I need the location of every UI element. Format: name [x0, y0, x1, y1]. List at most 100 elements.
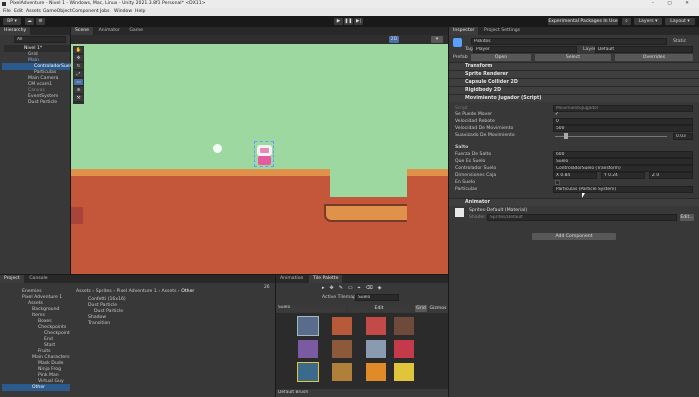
- pause-button[interactable]: ❚❚: [344, 18, 353, 25]
- suavizado-slider[interactable]: [555, 136, 667, 137]
- velocidad-rebote-input[interactable]: 0: [553, 118, 693, 125]
- move-tool-icon[interactable]: ✥: [74, 55, 83, 62]
- menu-window[interactable]: Window: [114, 9, 132, 14]
- fuerza-salto-input[interactable]: 600: [553, 151, 693, 158]
- tab-game[interactable]: Game: [125, 27, 147, 35]
- palette-tile[interactable]: [297, 362, 319, 382]
- palette-tile[interactable]: [366, 340, 386, 358]
- experimental-packages-badge[interactable]: Experimental Packages In Use: [548, 18, 618, 25]
- layers-dropdown[interactable]: Layers ▾: [634, 18, 662, 25]
- box-fill-icon[interactable]: ▭: [348, 285, 358, 291]
- prefab-overrides-button[interactable]: Overrides: [615, 54, 693, 61]
- dimensiones-x-input[interactable]: X 0.84: [553, 172, 597, 179]
- tab-project[interactable]: Project: [0, 275, 24, 283]
- menu-edit[interactable]: Edit: [14, 9, 23, 14]
- component-capsule-collider[interactable]: Capsule Collider 2D: [449, 78, 699, 86]
- menu-jobs[interactable]: Jobs: [100, 9, 109, 14]
- shader-edit-button[interactable]: Edit...: [680, 214, 694, 221]
- tab-console[interactable]: Console: [25, 275, 51, 283]
- component-movimiento-jugador[interactable]: Movimiento Jugador (Script): [449, 94, 699, 102]
- tab-animator[interactable]: Animator: [95, 27, 124, 35]
- toggle-2d-button[interactable]: 2D: [389, 36, 399, 43]
- velocidad-movimiento-input[interactable]: 500: [553, 125, 693, 132]
- layer-dropdown[interactable]: Default: [595, 46, 693, 53]
- move-tile-icon[interactable]: ✥: [330, 285, 339, 291]
- tag-dropdown[interactable]: Player: [473, 46, 577, 53]
- layout-dropdown[interactable]: Layout ▾: [665, 18, 695, 25]
- gizmos-dropdown[interactable]: ▾: [431, 36, 443, 43]
- palette-tile[interactable]: [394, 317, 414, 335]
- breadcrumb-sprites[interactable]: Sprites: [96, 289, 112, 294]
- breadcrumb-pixel-adventure[interactable]: Pixel Adventure 1: [117, 289, 157, 294]
- palette-tile[interactable]: [366, 317, 386, 335]
- rotate-tool-icon[interactable]: ↻: [74, 63, 83, 70]
- palette-tile[interactable]: [332, 317, 352, 335]
- checkbox-en-suelo[interactable]: [555, 180, 560, 185]
- menu-component[interactable]: Component: [72, 9, 99, 14]
- static-toggle[interactable]: Static: [673, 39, 686, 44]
- window-controls[interactable]: – ▢ ✕: [652, 0, 695, 8]
- component-animator[interactable]: Animator: [449, 198, 699, 206]
- player-sprite[interactable]: [254, 141, 274, 167]
- hierarchy-search-input[interactable]: All: [14, 36, 66, 43]
- palette-grid-button[interactable]: Grid: [415, 305, 427, 312]
- breadcrumb-assets[interactable]: Assets: [76, 289, 91, 294]
- menu-gameobject[interactable]: GameObject: [43, 9, 72, 14]
- transform-tool-icon[interactable]: ⊕: [74, 87, 83, 94]
- select-tool-icon[interactable]: ▸: [322, 285, 330, 291]
- dimensiones-z-input[interactable]: Z 0: [649, 172, 693, 179]
- prefab-select-button[interactable]: Select: [535, 54, 611, 61]
- palette-tile[interactable]: [332, 340, 352, 358]
- default-brush-dropdown[interactable]: Default Brush: [276, 390, 448, 397]
- cloud-icon[interactable]: ☁: [25, 18, 34, 25]
- palette-tile[interactable]: [298, 340, 318, 358]
- particulas-field[interactable]: Particulas (Particle System): [553, 186, 693, 193]
- tab-project-settings[interactable]: Project Settings: [480, 27, 524, 35]
- tab-animation[interactable]: Animation: [276, 275, 307, 283]
- menu-help[interactable]: Help: [135, 9, 145, 14]
- palette-grid-area[interactable]: [276, 313, 448, 389]
- play-button[interactable]: ▶: [334, 18, 343, 25]
- fill-tool-icon[interactable]: ◈: [378, 285, 387, 291]
- hand-tool-icon[interactable]: ✋: [74, 47, 83, 54]
- active-tilemap-dropdown[interactable]: Suelo: [355, 294, 399, 301]
- palette-gizmos-button[interactable]: Gizmos: [429, 305, 447, 312]
- scale-tool-icon[interactable]: ⤢: [74, 71, 83, 78]
- brush-tool-icon[interactable]: ✎: [339, 285, 348, 291]
- material-name[interactable]: Sprites-Default (Material): [469, 207, 527, 214]
- palette-edit-button[interactable]: Edit: [348, 305, 410, 312]
- menu-assets[interactable]: Assets: [26, 9, 41, 14]
- search-icon[interactable]: ⌕: [622, 18, 631, 25]
- controlador-suelo-field[interactable]: ControladorSuelo (Transform): [553, 165, 693, 172]
- tab-inspector[interactable]: Inspector: [449, 27, 479, 35]
- breadcrumb-assets-2[interactable]: Assets: [162, 289, 177, 294]
- dimensiones-y-input[interactable]: Y 0.24: [601, 172, 645, 179]
- palette-tile[interactable]: [394, 340, 414, 358]
- custom-tool-icon[interactable]: ⚒: [74, 95, 83, 102]
- prefab-open-button[interactable]: Open: [471, 54, 531, 61]
- checkbox-se-puede-mover[interactable]: ✓: [555, 111, 559, 118]
- suavizado-input[interactable]: 0.03: [673, 133, 693, 140]
- shader-dropdown[interactable]: Sprites/Default: [487, 214, 677, 221]
- step-button[interactable]: ▶|: [354, 18, 363, 25]
- tab-hierarchy[interactable]: Hierarchy: [0, 27, 31, 35]
- suavizado-slider-handle[interactable]: [564, 133, 568, 139]
- object-name-field[interactable]: Piskitos: [471, 38, 667, 45]
- breadcrumb-other[interactable]: Other: [181, 289, 194, 294]
- component-sprite-renderer[interactable]: Sprite Renderer: [449, 70, 699, 78]
- scene-viewport[interactable]: ✋ ✥ ↻ ⤢ ▭ ⊕ ⚒: [71, 44, 448, 274]
- palette-tile[interactable]: [332, 363, 352, 381]
- add-component-button[interactable]: Add Component: [532, 233, 616, 240]
- eraser-tool-icon[interactable]: ⌫: [365, 285, 377, 291]
- tab-tile-palette[interactable]: Tile Palette: [309, 275, 343, 283]
- tree-item-other[interactable]: Other: [2, 384, 70, 391]
- collab-icon[interactable]: ⚙: [36, 18, 45, 25]
- component-transform[interactable]: Transform: [449, 62, 699, 70]
- hierarchy-item-dust-particle[interactable]: Dust Particle: [28, 99, 57, 106]
- rect-tool-icon[interactable]: ▭: [74, 79, 83, 86]
- tab-scene[interactable]: Scene: [71, 27, 94, 35]
- que-es-suelo-dropdown[interactable]: Suelo: [553, 158, 693, 165]
- file-transition[interactable]: Transition: [88, 320, 110, 327]
- palette-tile[interactable]: [366, 363, 386, 381]
- palette-dropdown[interactable]: Suelo: [276, 305, 346, 312]
